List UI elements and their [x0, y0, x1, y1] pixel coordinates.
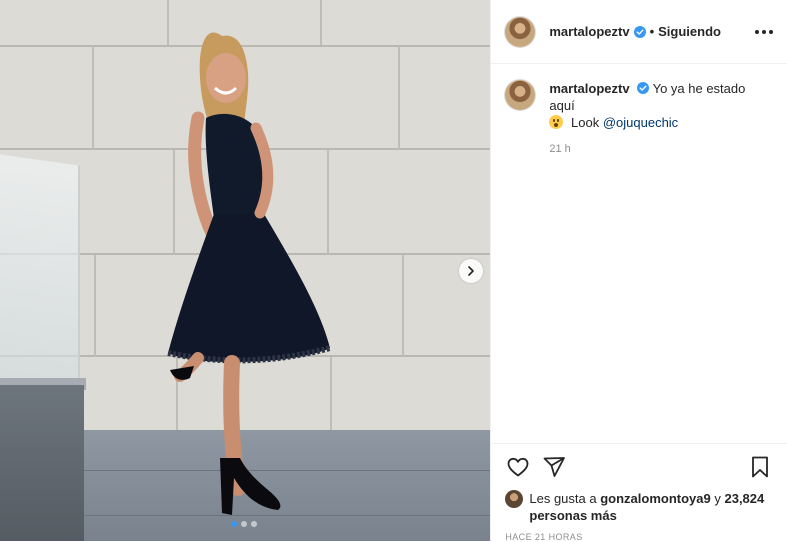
chevron-right-icon	[468, 266, 474, 276]
share-button[interactable]	[541, 454, 567, 480]
follow-status[interactable]: • Siguiendo	[650, 24, 721, 39]
carousel-dot	[251, 521, 257, 527]
bookmark-icon	[752, 456, 768, 478]
liker-username[interactable]: gonzalomontoya9	[600, 491, 711, 506]
next-slide-button[interactable]	[459, 259, 483, 283]
heart-icon	[507, 457, 529, 477]
like-button[interactable]	[505, 454, 531, 480]
liker-avatar[interactable]	[505, 490, 524, 508]
woman-in-black-dress	[167, 32, 331, 515]
follow-status-label: Siguiendo	[658, 24, 721, 39]
tile-joint	[94, 255, 96, 357]
save-button[interactable]	[747, 454, 773, 480]
likes-prefix: Les gusta a	[529, 491, 597, 506]
glass-railing	[0, 154, 80, 396]
caption-look: Look	[571, 115, 600, 130]
likes-and: y	[714, 491, 721, 506]
caption-body: martalopeztv Yo ya he estado aquí Look @…	[549, 80, 773, 158]
post-footer: Les gusta a gonzalomontoya9 y 23,824 per…	[491, 443, 787, 542]
instagram-post: martalopeztv • Siguiendo martalopeztv Yo…	[0, 0, 787, 542]
action-bar	[505, 450, 773, 484]
verified-icon	[637, 82, 650, 94]
surprised-emoji-icon	[549, 115, 564, 129]
carousel-dot	[241, 521, 247, 527]
comments-section: martalopeztv Yo ya he estado aquí Look @…	[491, 64, 787, 443]
more-options-icon[interactable]	[755, 24, 773, 40]
caption-timestamp[interactable]: 21 h	[549, 141, 773, 158]
author-username[interactable]: martalopeztv	[549, 24, 629, 39]
avatar[interactable]	[505, 80, 536, 110]
tile-joint	[402, 255, 404, 357]
likes-summary: Les gusta a gonzalomontoya9 y 23,824 per…	[505, 490, 773, 524]
ledge	[0, 385, 84, 541]
carousel-dot-active	[231, 521, 237, 527]
caption-username[interactable]: martalopeztv	[549, 81, 629, 96]
post-side-panel: martalopeztv • Siguiendo martalopeztv Yo…	[490, 0, 787, 542]
carousel-indicator	[231, 521, 257, 527]
verified-icon	[633, 25, 646, 38]
tile-joint	[398, 46, 400, 150]
post-header: martalopeztv • Siguiendo	[491, 0, 787, 64]
likes-text: Les gusta a gonzalomontoya9 y 23,824 per…	[529, 490, 773, 524]
tile-joint	[92, 46, 94, 150]
caption-mention-link[interactable]: @ojuquechic	[603, 115, 678, 130]
share-icon	[543, 457, 566, 477]
post-caption: martalopeztv Yo ya he estado aquí Look @…	[505, 80, 773, 158]
separator-dot: •	[649, 24, 655, 39]
post-photo[interactable]	[0, 0, 491, 541]
avatar[interactable]	[505, 16, 536, 47]
